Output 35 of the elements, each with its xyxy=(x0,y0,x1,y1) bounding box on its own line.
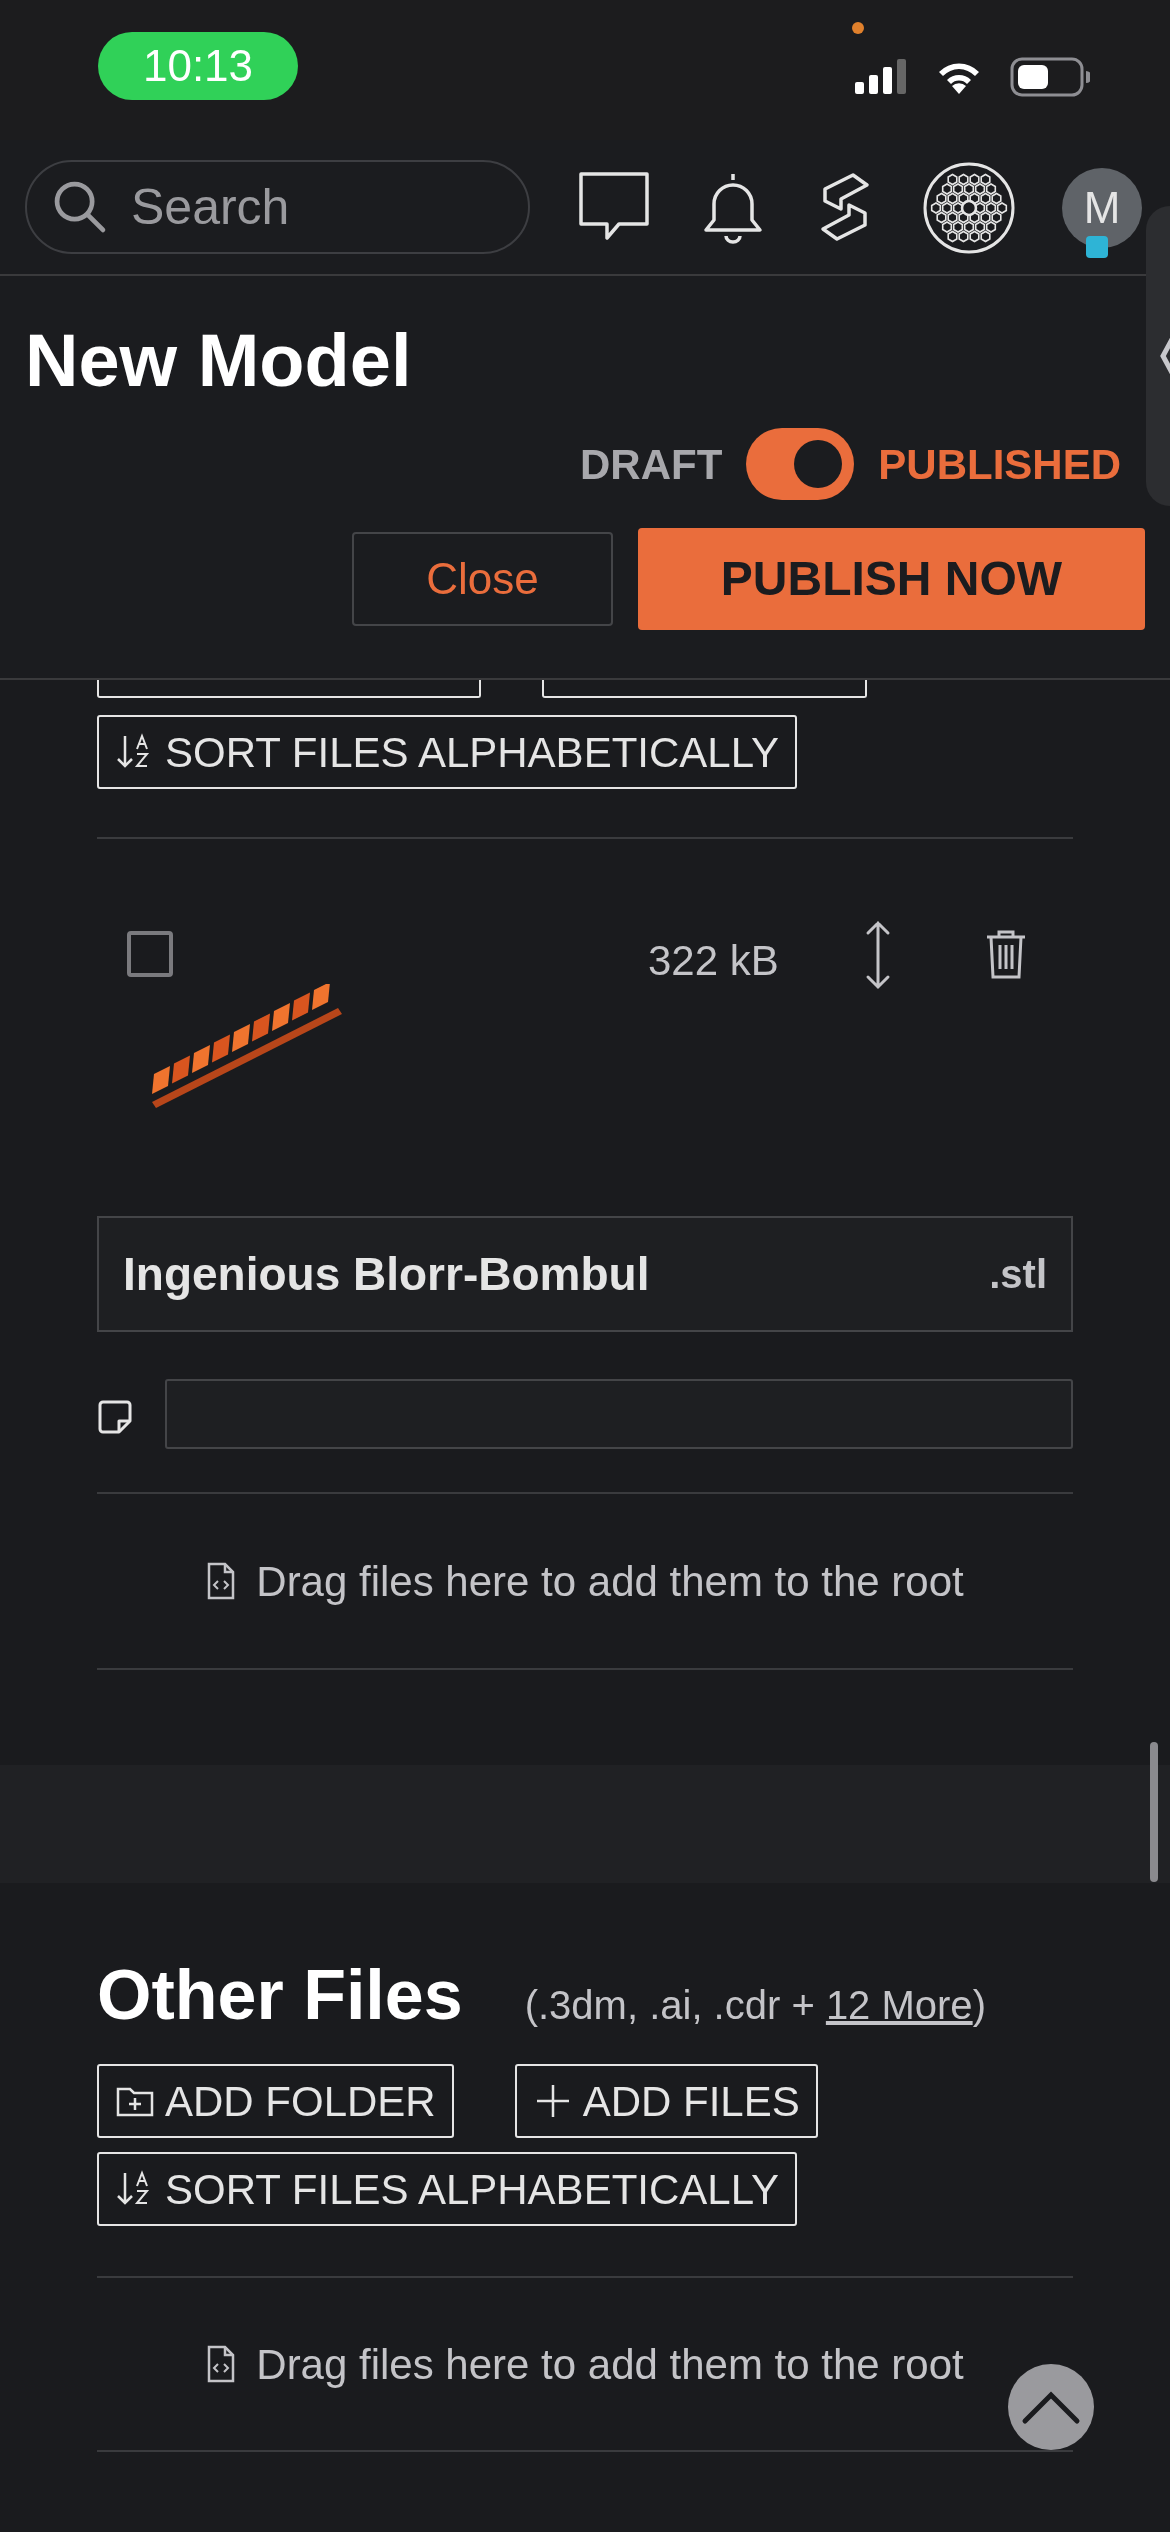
close-button[interactable]: Close xyxy=(352,532,613,626)
file-size: 322 kB xyxy=(648,936,779,986)
button-edge[interactable] xyxy=(542,680,867,698)
sort-files-button[interactable]: SORT FILES ALPHABETICALLY xyxy=(97,715,797,789)
time-pill: 10:13 xyxy=(98,32,298,100)
drop-hint: Drag files here to add them to the root xyxy=(256,2339,964,2390)
search-icon xyxy=(53,180,107,234)
battery-icon xyxy=(1010,57,1090,97)
note-icon xyxy=(97,1399,133,1435)
file-extension: .stl xyxy=(989,1251,1047,1298)
file-name-field[interactable]: Ingenious Blorr-Bombul .stl xyxy=(97,1216,1073,1332)
draft-label: DRAFT xyxy=(580,439,723,490)
code-file-icon xyxy=(206,2344,237,2384)
drop-hint: Drag files here to add them to the root xyxy=(256,1556,964,1607)
supported-formats: (.3dm, .ai, .cdr + 12 More) xyxy=(524,1982,986,2029)
file-name: Ingenious Blorr-Bombul xyxy=(123,1246,650,1302)
section-title: Other Files xyxy=(97,1955,463,2036)
code-file-icon xyxy=(206,1561,237,1601)
publish-now-button[interactable]: PUBLISH NOW xyxy=(638,528,1145,630)
hexagon-ball-icon[interactable] xyxy=(923,162,1015,254)
signal-icon xyxy=(855,58,907,94)
search-field[interactable]: Search xyxy=(25,160,530,254)
published-label: PUBLISHED xyxy=(878,439,1121,490)
chevron-up-icon xyxy=(1021,2389,1081,2425)
avatar[interactable]: M xyxy=(1062,168,1142,248)
page-title: New Model xyxy=(25,324,412,398)
delete-icon[interactable] xyxy=(985,929,1027,979)
file-checkbox[interactable] xyxy=(127,931,173,977)
avatar-badge xyxy=(1086,236,1108,258)
add-files-button[interactable]: ADD FILES xyxy=(514,2064,818,2138)
more-formats-link[interactable]: 12 More xyxy=(825,1983,973,2027)
add-folder-button[interactable]: ADD FOLDER xyxy=(97,2064,454,2138)
button-edge[interactable] xyxy=(97,680,481,698)
note-field[interactable] xyxy=(165,1379,1073,1449)
sort-files-button[interactable]: SORT FILES ALPHABETICALLY xyxy=(97,2152,797,2226)
